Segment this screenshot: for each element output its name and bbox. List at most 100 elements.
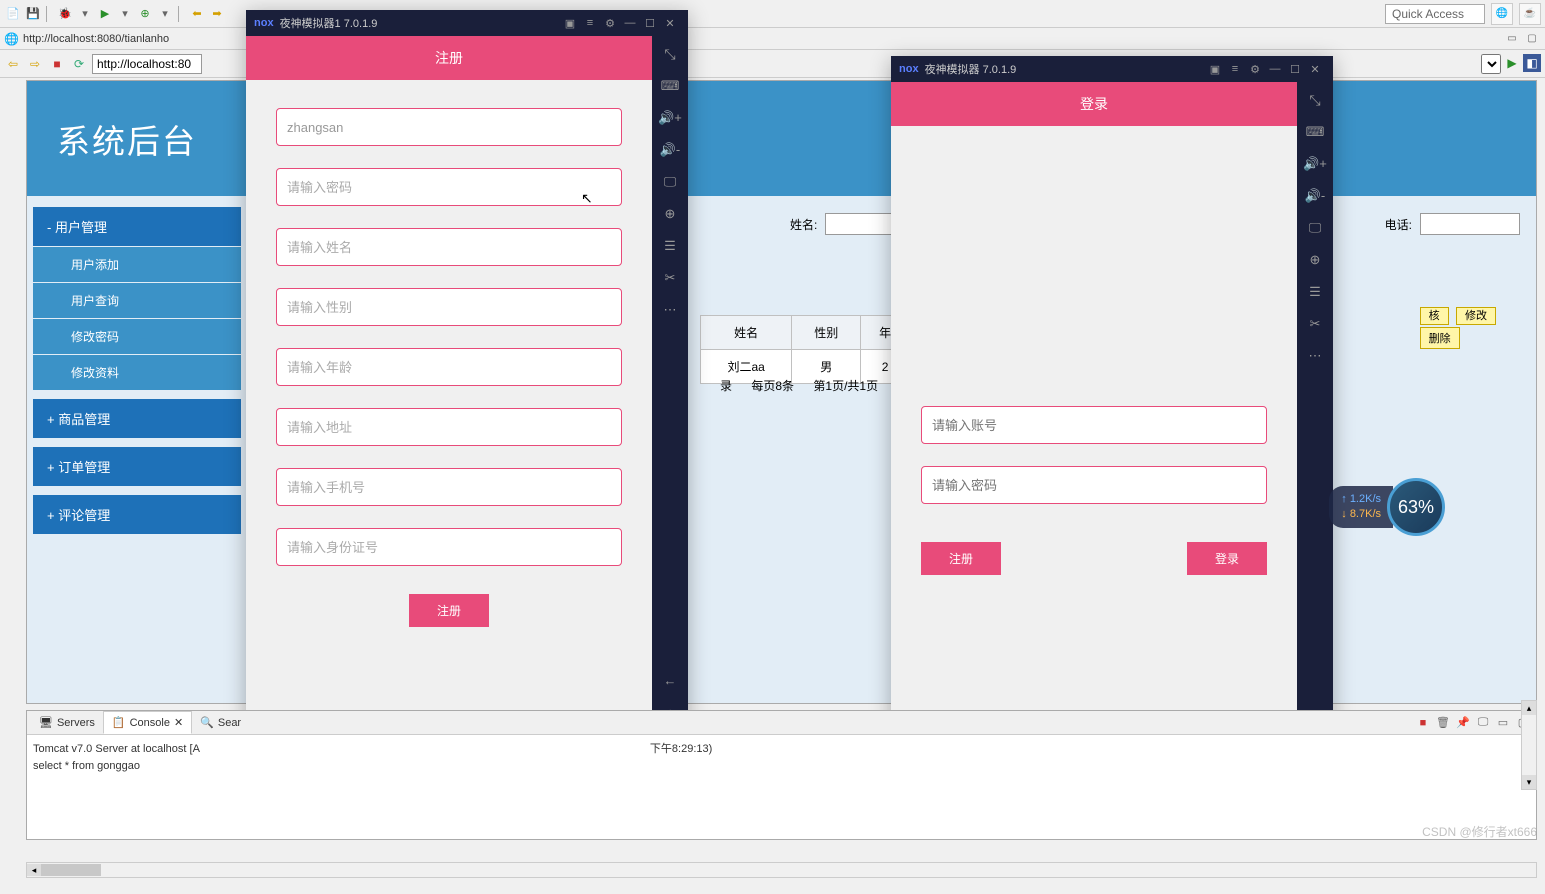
- sidebar-item-edit-profile[interactable]: 修改资料: [33, 355, 241, 390]
- nox-maximize-icon[interactable]: ☐: [1285, 59, 1305, 79]
- expand-icon[interactable]: ⤡: [656, 40, 684, 68]
- scissors-icon[interactable]: ✂: [1301, 310, 1329, 338]
- tab-console[interactable]: 📋 Console ✕: [103, 711, 192, 734]
- expand-icon[interactable]: ⤡: [1301, 86, 1329, 114]
- scrollbar-vertical[interactable]: ▴ ▾: [1521, 700, 1537, 790]
- layers-icon[interactable]: ☰: [656, 232, 684, 260]
- more-icon[interactable]: ⋯: [1301, 342, 1329, 370]
- sidebar-group-orders[interactable]: + 订单管理: [33, 447, 241, 486]
- nav-icon[interactable]: ➡: [208, 5, 226, 23]
- nox-minimize-icon[interactable]: —: [1265, 59, 1285, 79]
- display-icon[interactable]: 🖵: [1301, 214, 1329, 242]
- keyboard-icon[interactable]: ⌨: [656, 72, 684, 100]
- idcard-input[interactable]: [276, 528, 622, 566]
- register-button[interactable]: 注册: [921, 542, 1001, 575]
- url-input[interactable]: [92, 54, 202, 74]
- scissors-icon[interactable]: ✂: [656, 264, 684, 292]
- volume-up-icon[interactable]: 🔊+: [656, 104, 684, 132]
- dropdown-icon[interactable]: ▾: [116, 5, 134, 23]
- console-stop-icon[interactable]: ■: [1414, 714, 1432, 732]
- nox-menu-icon[interactable]: ≡: [1225, 59, 1245, 79]
- minimize-icon[interactable]: ▭: [1503, 31, 1521, 47]
- gen-icon[interactable]: ◧: [1523, 54, 1541, 72]
- password-input[interactable]: [921, 466, 1267, 504]
- perspective-java-icon[interactable]: ☕: [1519, 3, 1541, 25]
- nox-menu-icon[interactable]: ≡: [580, 13, 600, 33]
- add-icon[interactable]: ⊕: [1301, 246, 1329, 274]
- new-icon[interactable]: 📄: [4, 5, 22, 23]
- volume-up-icon[interactable]: 🔊+: [1301, 150, 1329, 178]
- address-input[interactable]: [276, 408, 622, 446]
- console-clear-icon[interactable]: 🗑: [1434, 714, 1452, 732]
- phone-input[interactable]: [276, 468, 622, 506]
- keyboard-icon[interactable]: ⌨: [1301, 118, 1329, 146]
- gender-input[interactable]: [276, 288, 622, 326]
- scroll-down-icon[interactable]: ▾: [1522, 775, 1536, 789]
- login-form: 注册 登录: [891, 126, 1297, 575]
- dropdown-icon[interactable]: ▾: [156, 5, 174, 23]
- age-input[interactable]: [276, 348, 622, 386]
- console-display-icon[interactable]: 🖵: [1474, 714, 1492, 732]
- filter-phone-input[interactable]: [1420, 213, 1520, 235]
- tab-servers[interactable]: 🖥 Servers: [31, 712, 103, 733]
- sidebar-group-users[interactable]: - 用户管理: [33, 207, 241, 246]
- go-icon[interactable]: ▶: [1503, 54, 1521, 72]
- nox-gear-icon[interactable]: ⚙: [1245, 59, 1265, 79]
- scroll-left-icon[interactable]: ◂: [27, 864, 41, 876]
- password-input[interactable]: [276, 168, 622, 206]
- dropdown-icon[interactable]: ▾: [76, 5, 94, 23]
- sidebar-item-user-add[interactable]: 用户添加: [33, 247, 241, 282]
- sidebar-group-comments[interactable]: + 评论管理: [33, 495, 241, 534]
- nox-multi-icon[interactable]: ▣: [1205, 59, 1225, 79]
- more-icon[interactable]: ⋯: [656, 296, 684, 324]
- console-min-icon[interactable]: ▭: [1494, 714, 1512, 732]
- scroll-thumb[interactable]: [41, 864, 101, 876]
- nav-back-icon[interactable]: ←: [656, 666, 684, 694]
- maximize-icon[interactable]: ▢: [1523, 31, 1541, 47]
- run-icon[interactable]: ▶: [96, 5, 114, 23]
- run-server-icon[interactable]: ⊕: [136, 5, 154, 23]
- layers-icon[interactable]: ☰: [1301, 278, 1329, 306]
- username-input[interactable]: [276, 108, 622, 146]
- nav-icon[interactable]: ⬅: [188, 5, 206, 23]
- add-icon[interactable]: ⊕: [656, 200, 684, 228]
- nox-titlebar[interactable]: nox 夜神模拟器 7.0.1.9 ▣ ≡ ⚙ — ☐ ✕: [891, 56, 1333, 82]
- scroll-up-icon[interactable]: ▴: [1522, 701, 1536, 715]
- volume-down-icon[interactable]: 🔊-: [1301, 182, 1329, 210]
- nox-multi-icon[interactable]: ▣: [560, 13, 580, 33]
- delete-button[interactable]: 删除: [1420, 327, 1460, 349]
- nox-maximize-icon[interactable]: ☐: [640, 13, 660, 33]
- volume-down-icon[interactable]: 🔊-: [656, 136, 684, 164]
- nox-titlebar[interactable]: nox 夜神模拟器1 7.0.1.9 ▣ ≡ ⚙ — ☐ ✕: [246, 10, 688, 36]
- login-button[interactable]: 登录: [1187, 542, 1267, 575]
- register-button[interactable]: 注册: [409, 594, 489, 627]
- save-icon[interactable]: 💾: [24, 5, 42, 23]
- sidebar-item-change-password[interactable]: 修改密码: [33, 319, 241, 354]
- quick-access-input[interactable]: Quick Access: [1385, 4, 1485, 24]
- tab-search[interactable]: 🔍 Sear: [192, 712, 249, 733]
- sidebar-item-user-query[interactable]: 用户查询: [33, 283, 241, 318]
- refresh-icon[interactable]: ⟳: [70, 55, 88, 73]
- edit-button[interactable]: 修改: [1456, 307, 1496, 325]
- network-widget[interactable]: ↑ 1.2K/s ↓ 8.7K/s 63%: [1329, 478, 1445, 536]
- nox-close-icon[interactable]: ✕: [660, 13, 680, 33]
- account-input[interactable]: [921, 406, 1267, 444]
- name-input[interactable]: [276, 228, 622, 266]
- scrollbar-horizontal[interactable]: ◂: [26, 862, 1537, 878]
- forward-icon[interactable]: ⇨: [26, 55, 44, 73]
- nox-gear-icon[interactable]: ⚙: [600, 13, 620, 33]
- url-select[interactable]: [1481, 54, 1501, 74]
- nox-close-icon[interactable]: ✕: [1305, 59, 1325, 79]
- tab-title[interactable]: http://localhost:8080/tianlanho: [23, 33, 169, 45]
- console-pin-icon[interactable]: 📌: [1454, 714, 1472, 732]
- perspective-web-icon[interactable]: 🌐: [1491, 3, 1513, 25]
- nox-minimize-icon[interactable]: —: [620, 13, 640, 33]
- debug-icon[interactable]: 🐞: [56, 5, 74, 23]
- back-icon[interactable]: ⇦: [4, 55, 22, 73]
- review-button[interactable]: 核: [1420, 307, 1449, 325]
- sidebar-group-products[interactable]: + 商品管理: [33, 399, 241, 438]
- display-icon[interactable]: 🖵: [656, 168, 684, 196]
- stop-icon[interactable]: ■: [48, 55, 66, 73]
- console-line: select * from gonggao: [33, 758, 1530, 775]
- th-gender: 性别: [792, 316, 861, 350]
